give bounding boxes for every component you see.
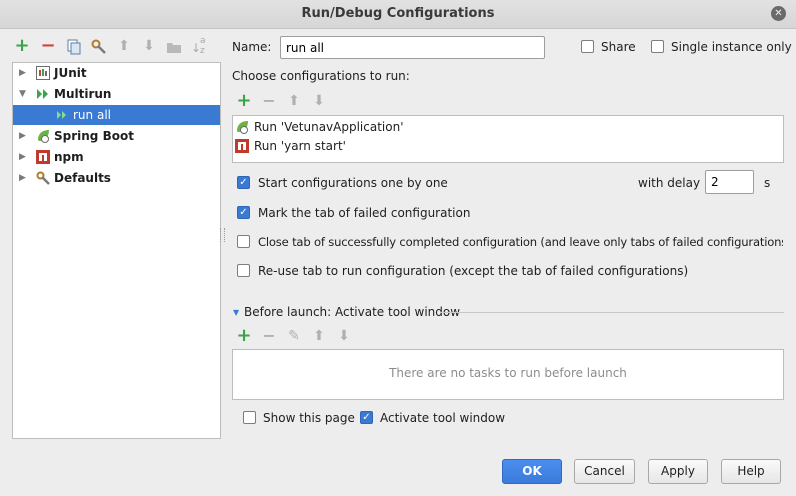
move-down-icon[interactable]: ⬇ [311, 93, 327, 109]
share-checkbox[interactable] [581, 40, 594, 53]
tree-item-multirun[interactable]: ▼ Multirun [13, 84, 220, 104]
start-one-by-one-checkbox[interactable]: ✓ [237, 176, 250, 189]
splitter-handle[interactable] [220, 228, 225, 242]
configuration-tree: ▶ JUnit ▼ Multirun run all ▶ Spring Boot… [12, 62, 221, 439]
tree-item-label: run all [73, 108, 111, 122]
multirun-icon [36, 87, 50, 101]
cancel-button[interactable]: Cancel [574, 459, 635, 484]
npm-icon [36, 150, 50, 164]
delay-input[interactable] [705, 170, 754, 194]
move-up-icon[interactable]: ⬆ [116, 38, 132, 54]
tree-item-label: Multirun [54, 87, 112, 101]
mark-failed-tab-label: Mark the tab of failed configuration [258, 206, 471, 220]
show-page-checkbox[interactable] [243, 411, 256, 424]
tree-item-junit[interactable]: ▶ JUnit [13, 63, 220, 83]
add-icon[interactable]: + [236, 327, 252, 345]
configs-list: Run 'VetunavApplication' Run 'yarn start… [232, 115, 784, 163]
remove-icon[interactable]: − [40, 37, 56, 55]
expand-arrow-icon[interactable]: ▶ [19, 126, 26, 146]
single-instance-checkbox[interactable] [651, 40, 664, 53]
tree-item-label: Spring Boot [54, 129, 134, 143]
move-down-icon[interactable]: ⬇ [141, 38, 157, 54]
delay-unit: s [764, 176, 771, 190]
window-title: Run/Debug Configurations [301, 6, 495, 21]
reuse-tab-label: Re-use tab to run configuration (except … [258, 264, 689, 278]
before-launch-collapse-icon[interactable]: ▼ [233, 308, 239, 317]
move-up-icon[interactable]: ⬆ [311, 328, 327, 344]
multirun-child-icon [56, 108, 70, 122]
remove-icon[interactable]: − [261, 328, 277, 344]
tree-item-npm[interactable]: ▶ npm [13, 147, 220, 167]
remove-icon[interactable]: − [261, 93, 277, 109]
spring-boot-icon [36, 129, 50, 143]
tree-item-label: npm [54, 150, 84, 164]
move-down-icon[interactable]: ⬇ [336, 328, 352, 344]
expand-arrow-icon[interactable]: ▶ [19, 63, 26, 83]
show-page-label: Show this page [263, 411, 355, 425]
collapse-arrow-icon[interactable]: ▼ [19, 84, 26, 104]
tree-item-spring-boot[interactable]: ▶ Spring Boot [13, 126, 220, 146]
before-launch-list: There are no tasks to run before launch [232, 349, 784, 400]
share-label: Share [601, 40, 636, 54]
close-icon[interactable]: ✕ [771, 6, 786, 21]
configs-toolbar: + − ⬆ ⬇ [236, 92, 336, 111]
tree-item-label: JUnit [54, 66, 87, 80]
add-icon[interactable]: + [14, 37, 30, 55]
activate-tool-window-label: Activate tool window [380, 411, 506, 425]
junit-icon [36, 66, 50, 80]
spring-boot-icon [235, 120, 249, 134]
tree-item-label: Defaults [54, 171, 111, 185]
before-launch-label[interactable]: Before launch: Activate tool window [244, 305, 460, 319]
single-instance-label: Single instance only [671, 40, 792, 54]
wrench-icon[interactable] [91, 39, 107, 55]
folder-icon[interactable] [166, 40, 182, 54]
wrench-icon [36, 171, 50, 185]
reuse-tab-checkbox[interactable] [237, 264, 250, 277]
delay-label: with delay [638, 176, 701, 190]
before-launch-toolbar: + − ✎ ⬆ ⬇ [236, 327, 356, 346]
name-input[interactable] [280, 36, 545, 59]
ok-button[interactable]: OK [502, 459, 562, 484]
move-up-icon[interactable]: ⬆ [286, 93, 302, 109]
name-label: Name: [232, 40, 272, 54]
choose-configs-label: Choose configurations to run: [232, 69, 410, 83]
mark-failed-tab-checkbox[interactable]: ✓ [237, 206, 250, 219]
sort-icon[interactable]: ↓ a z [191, 36, 209, 56]
close-successful-tab-label: Close tab of successfully completed conf… [258, 235, 783, 249]
tree-item-run-all[interactable]: run all [13, 105, 220, 125]
add-icon[interactable]: + [236, 92, 252, 110]
npm-icon [235, 139, 249, 153]
expand-arrow-icon[interactable]: ▶ [19, 168, 26, 188]
help-button[interactable]: Help [721, 459, 781, 484]
empty-tasks-text: There are no tasks to run before launch [389, 366, 627, 380]
list-item-label: Run 'yarn start' [254, 139, 346, 153]
left-toolbar: + − ⬆ ⬇ ↓ a z [14, 36, 214, 56]
activate-tool-window-checkbox[interactable]: ✓ [360, 411, 373, 424]
list-item-label: Run 'VetunavApplication' [254, 120, 404, 134]
expand-arrow-icon[interactable]: ▶ [19, 147, 26, 167]
list-item[interactable]: Run 'yarn start' [235, 137, 775, 155]
list-item[interactable]: Run 'VetunavApplication' [235, 118, 775, 136]
apply-button[interactable]: Apply [648, 459, 708, 484]
edit-icon[interactable]: ✎ [286, 328, 302, 344]
close-successful-tab-checkbox[interactable] [237, 235, 250, 248]
tree-item-defaults[interactable]: ▶ Defaults [13, 168, 220, 188]
sort-icon-letter-a: a [200, 36, 206, 46]
copy-icon[interactable] [66, 39, 82, 55]
divider [440, 312, 784, 313]
start-one-by-one-label: Start configurations one by one [258, 176, 448, 190]
sort-icon-letter-z: z [200, 46, 205, 56]
